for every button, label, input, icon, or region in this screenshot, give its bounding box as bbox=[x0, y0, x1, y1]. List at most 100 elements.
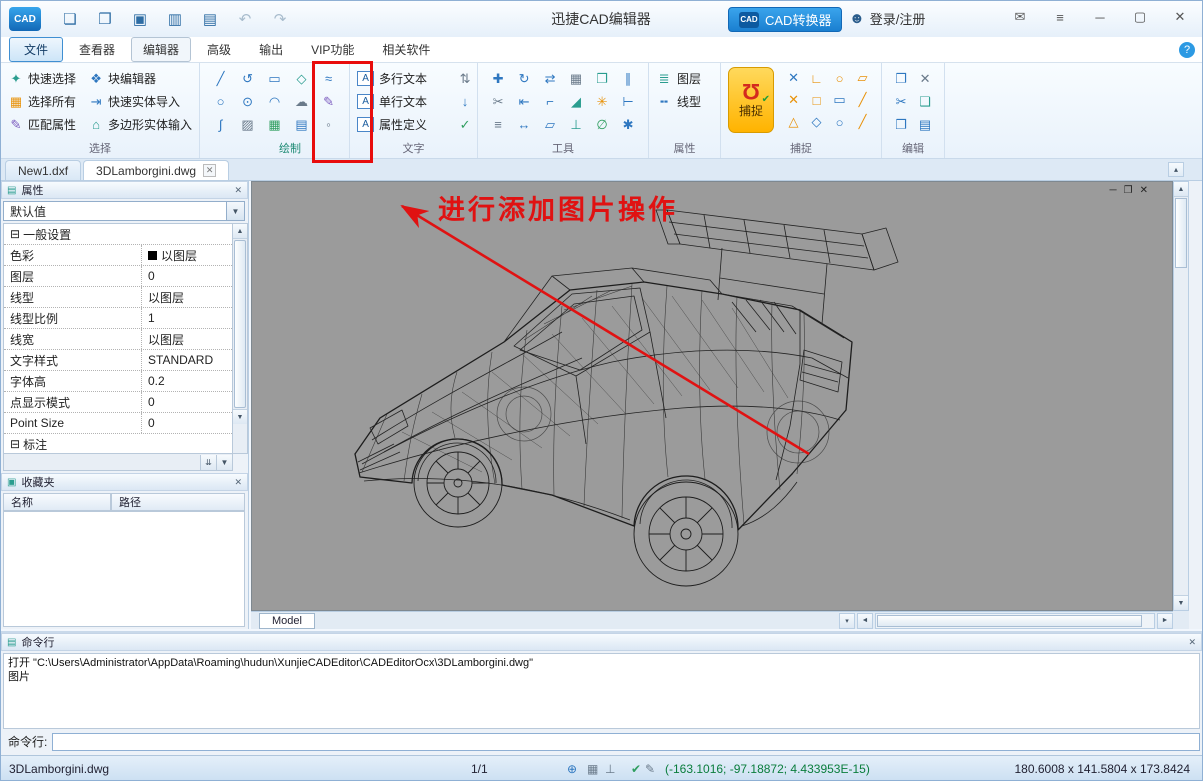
canvas-scroll-down-icon[interactable]: ▼ bbox=[1174, 595, 1188, 610]
move-icon[interactable]: ✚ bbox=[485, 67, 511, 90]
circle-icon[interactable]: ○ bbox=[207, 90, 234, 113]
command-close-icon[interactable]: ✕ bbox=[1188, 637, 1196, 648]
command-log[interactable]: 打开 "C:\Users\Administrator\AppData\Roami… bbox=[3, 653, 1200, 729]
copy-icon[interactable]: ❐ bbox=[889, 67, 913, 90]
spell-check-icon[interactable]: ✓ bbox=[457, 113, 473, 136]
property-section-general[interactable]: ⊟一般设置 bbox=[4, 224, 232, 245]
layout-chevron-icon[interactable]: ▾ bbox=[839, 613, 855, 629]
tab-vip[interactable]: VIP功能 bbox=[299, 37, 366, 62]
align-icon[interactable]: ≡ bbox=[485, 113, 511, 136]
new-file-icon[interactable]: ❏ bbox=[59, 8, 81, 30]
settings-icon[interactable]: ✱ bbox=[615, 113, 641, 136]
extend-icon[interactable]: ⇤ bbox=[511, 90, 537, 113]
copy-entity-icon[interactable]: ❐ bbox=[589, 67, 615, 90]
rectangle-icon[interactable]: ▭ bbox=[261, 67, 288, 90]
tab-output[interactable]: 输出 bbox=[247, 37, 295, 62]
grid-icon[interactable]: ▦ bbox=[587, 762, 598, 776]
doc-tab-lamborgini[interactable]: 3DLamborgini.dwg✕ bbox=[83, 160, 229, 180]
paste-special-icon[interactable]: ▤ bbox=[913, 113, 937, 136]
offset-icon[interactable]: ∥ bbox=[615, 67, 641, 90]
doc-close-icon[interactable]: ✕ bbox=[1140, 185, 1148, 196]
explode-icon[interactable]: ✳ bbox=[589, 90, 615, 113]
tab-advanced[interactable]: 高级 bbox=[195, 37, 243, 62]
save-as-icon[interactable]: ▥ bbox=[164, 8, 186, 30]
menu-file-button[interactable]: 文件 bbox=[9, 37, 63, 62]
distance-icon[interactable]: ↔ bbox=[511, 113, 537, 136]
snap-apparent-icon[interactable]: ✕ bbox=[782, 89, 805, 111]
tab-editor[interactable]: 编辑器 bbox=[131, 37, 191, 62]
snap-node-icon[interactable]: □ bbox=[805, 89, 828, 111]
trim-icon[interactable]: ✂ bbox=[485, 90, 511, 113]
cloud-icon[interactable]: ☁ bbox=[288, 90, 315, 113]
zoom-scale-icon[interactable]: ⊕ bbox=[567, 762, 577, 776]
doc-tab-new1[interactable]: New1.dxf bbox=[5, 160, 81, 180]
paste-icon[interactable]: ❑ bbox=[913, 90, 937, 113]
revcloud-icon[interactable]: ↺ bbox=[234, 67, 261, 90]
model-tab[interactable]: Model bbox=[259, 613, 315, 629]
snap-tangent-icon[interactable]: ○ bbox=[828, 111, 851, 133]
scroll-up-icon[interactable]: ▲ bbox=[233, 224, 247, 239]
snap-intersection-icon[interactable]: ✕ bbox=[782, 67, 805, 89]
canvas-scroll-right-icon[interactable]: ► bbox=[1157, 613, 1173, 629]
help-icon[interactable]: ? bbox=[1179, 42, 1195, 58]
snap-quadrant-icon[interactable]: ◇ bbox=[805, 111, 828, 133]
delete-icon[interactable]: ✕ bbox=[913, 67, 937, 90]
doc-restore-icon[interactable]: ❐ bbox=[1124, 185, 1133, 196]
scrollbar-thumb[interactable] bbox=[234, 240, 246, 408]
perpendicular-tool-icon[interactable]: ⊥ bbox=[563, 113, 589, 136]
polygon-entity-input-button[interactable]: ⌂多边形实体输入 bbox=[88, 113, 192, 136]
text-sort-icon[interactable]: ⇅ bbox=[457, 67, 473, 90]
property-grid-scrollbar[interactable]: ▲ ▼ bbox=[232, 223, 248, 454]
rotate-icon[interactable]: ↻ bbox=[511, 67, 537, 90]
tab-viewer[interactable]: 查看器 bbox=[67, 37, 127, 62]
favorites-name-column[interactable]: 名称 bbox=[3, 493, 111, 511]
favorites-close-icon[interactable]: ✕ bbox=[234, 477, 242, 488]
snap-extension-icon[interactable]: ▱ bbox=[851, 67, 874, 89]
canvas-hscroll-thumb[interactable] bbox=[877, 615, 1142, 627]
block-editor-button[interactable]: ❖块编辑器 bbox=[88, 67, 192, 90]
match-properties-button[interactable]: ✎匹配属性 bbox=[8, 113, 76, 136]
insert-image-icon[interactable]: ▦ bbox=[261, 113, 288, 136]
tab-related-software[interactable]: 相关软件 bbox=[370, 37, 442, 62]
properties-close-icon[interactable]: ✕ bbox=[234, 185, 242, 196]
quick-entity-import-button[interactable]: ⇥快速实体导入 bbox=[88, 90, 192, 113]
measure-icon[interactable]: ⊢ bbox=[615, 90, 641, 113]
snap-insertion-icon[interactable]: ▭ bbox=[828, 89, 851, 111]
favorites-list[interactable] bbox=[3, 511, 245, 627]
text-arrow-icon[interactable]: ↓ bbox=[457, 90, 473, 113]
print-icon[interactable]: ▤ bbox=[199, 8, 221, 30]
doc-minimize-icon[interactable]: ─ bbox=[1110, 185, 1117, 196]
linetype-button[interactable]: ╍线型 bbox=[656, 90, 713, 113]
layer-button[interactable]: ≣图层 bbox=[656, 67, 713, 90]
polygon-icon[interactable]: ◇ bbox=[288, 67, 315, 90]
scroll-end-icon[interactable]: ▼ bbox=[216, 455, 232, 470]
minimize-button[interactable]: ─ bbox=[1090, 7, 1110, 27]
redo-icon[interactable]: ↷ bbox=[269, 8, 291, 30]
draw-check-icon[interactable]: ✔ bbox=[631, 762, 641, 776]
select-all-button[interactable]: ▦选择所有 bbox=[8, 90, 76, 113]
duplicate-icon[interactable]: ❐ bbox=[889, 113, 913, 136]
cut-icon[interactable]: ✂ bbox=[889, 90, 913, 113]
snap-midpoint-icon[interactable]: △ bbox=[782, 111, 805, 133]
canvas-scroll-left-icon[interactable]: ◄ bbox=[857, 613, 873, 629]
scroll-jump-icon[interactable]: ⇊ bbox=[200, 455, 216, 470]
login-button[interactable]: ☻ 登录/注册 bbox=[849, 9, 925, 28]
mirror-icon[interactable]: ⇄ bbox=[537, 67, 563, 90]
favorites-path-column[interactable]: 路径 bbox=[111, 493, 245, 511]
snap-nearest-icon[interactable]: ╱ bbox=[851, 89, 874, 111]
drawing-canvas[interactable]: 进行添加图片操作 ─ ❐ ✕ bbox=[251, 181, 1173, 611]
command-input[interactable] bbox=[52, 733, 1200, 751]
canvas-scroll-up-icon[interactable]: ▲ bbox=[1174, 182, 1188, 197]
pencil-icon[interactable]: ✎ bbox=[645, 762, 655, 776]
property-section-dimension[interactable]: ⊟标注 bbox=[4, 434, 232, 455]
cad-converter-button[interactable]: CAD CAD转换器 bbox=[728, 7, 842, 32]
array-icon[interactable]: ▦ bbox=[563, 67, 589, 90]
text-button[interactable]: A单行文本 bbox=[357, 90, 470, 113]
canvas-horizontal-scrollbar[interactable] bbox=[875, 613, 1155, 629]
canvas-vertical-scrollbar[interactable]: ▲ ▼ bbox=[1173, 181, 1189, 611]
open-file-icon[interactable]: ❒ bbox=[94, 8, 116, 30]
attribute-define-button[interactable]: A属性定义 bbox=[357, 113, 470, 136]
table-icon[interactable]: ▤ bbox=[288, 113, 315, 136]
snap-toggle-button[interactable]: Ω ✔ 捕捉 bbox=[728, 67, 774, 133]
menu-icon[interactable]: ≡ bbox=[1050, 7, 1070, 27]
